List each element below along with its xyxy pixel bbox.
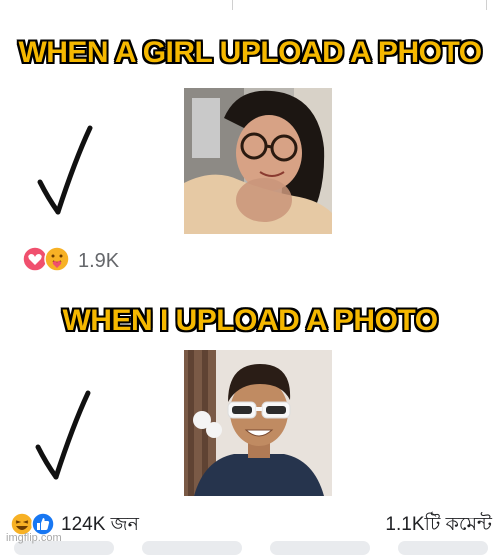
checkmark-arrow-icon [30, 120, 100, 225]
caption-girl: WHEN A GIRL UPLOAD A PHOTO [18, 36, 482, 69]
watermark: imgflip.com [6, 532, 62, 544]
girl-photo [184, 88, 332, 234]
action-button[interactable] [398, 541, 488, 555]
top-divider [232, 0, 233, 10]
reaction-count: 1.9K [78, 250, 120, 272]
action-button[interactable] [142, 541, 242, 555]
reaction-count: 124K জন [61, 514, 139, 535]
checkmark-arrow-icon [28, 385, 98, 490]
reaction-summary[interactable]: 1.9K [22, 246, 119, 277]
comment-count[interactable]: 1.1Kটি কমেন্ট [385, 510, 492, 542]
caption-me: WHEN I UPLOAD A PHOTO [62, 304, 438, 337]
my-photo [184, 350, 332, 496]
care-icon [44, 246, 70, 277]
action-button[interactable] [270, 541, 370, 555]
top-divider [486, 0, 487, 10]
